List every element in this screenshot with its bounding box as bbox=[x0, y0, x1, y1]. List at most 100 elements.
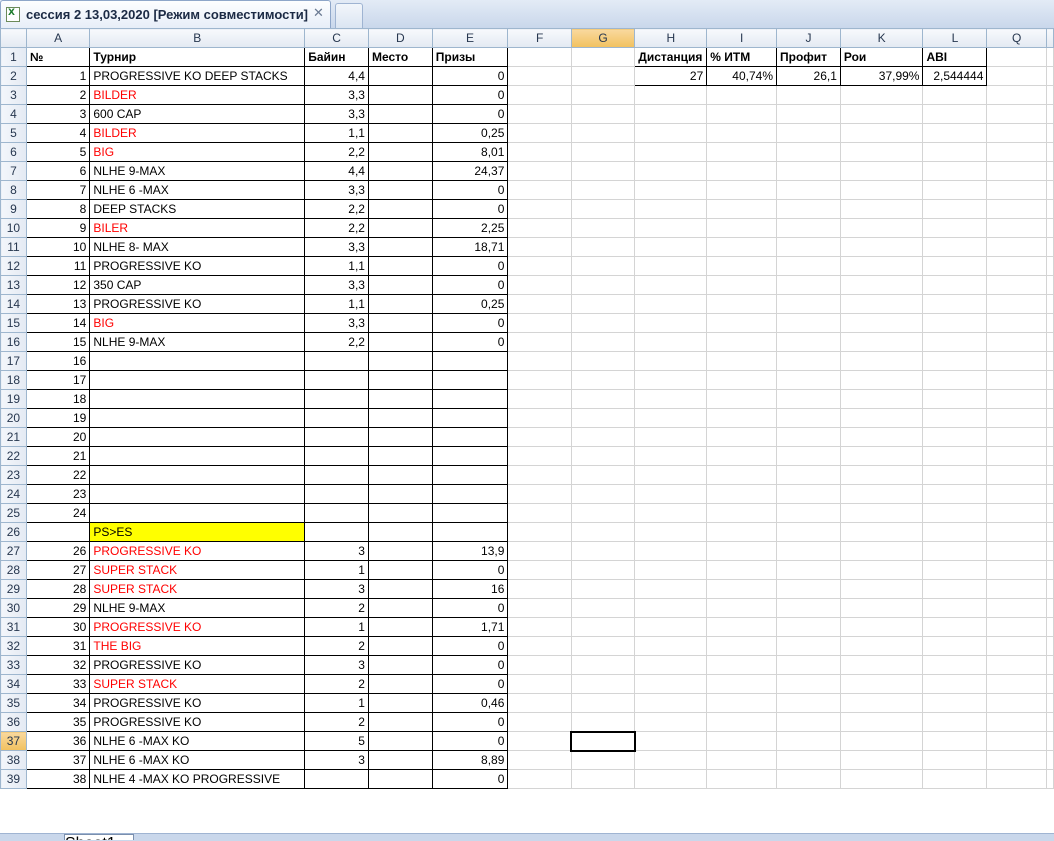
cell-number[interactable]: 18 bbox=[25, 389, 91, 409]
cell-r[interactable] bbox=[1046, 408, 1054, 428]
cell-q[interactable] bbox=[986, 294, 1047, 314]
cell-k[interactable] bbox=[839, 237, 924, 257]
cell-tournament[interactable]: NLHE 9-MAX bbox=[89, 161, 306, 181]
cell-r[interactable] bbox=[1046, 256, 1054, 276]
cell-l[interactable] bbox=[922, 484, 988, 504]
cell-j[interactable] bbox=[776, 199, 841, 219]
cell-r[interactable] bbox=[1046, 541, 1054, 561]
cell-h[interactable] bbox=[634, 389, 708, 409]
cell-tournament[interactable] bbox=[89, 351, 306, 371]
cell-g[interactable] bbox=[570, 389, 636, 409]
cell-q[interactable] bbox=[986, 408, 1047, 428]
header-cell-d[interactable]: Место bbox=[367, 47, 433, 67]
cell-place[interactable] bbox=[367, 465, 433, 485]
cell-h[interactable] bbox=[634, 408, 708, 428]
stats-header-i[interactable]: % ИТМ bbox=[706, 47, 777, 67]
cell-buyin[interactable] bbox=[304, 769, 369, 789]
cell-j[interactable] bbox=[776, 541, 841, 561]
column-header-a[interactable]: A bbox=[25, 28, 91, 48]
cell-number[interactable]: 30 bbox=[25, 617, 91, 637]
cell-h[interactable] bbox=[634, 237, 708, 257]
cell-buyin[interactable] bbox=[304, 503, 369, 523]
cell-r[interactable] bbox=[1046, 332, 1054, 352]
cell-number[interactable]: 28 bbox=[25, 579, 91, 599]
row-header-14[interactable]: 14 bbox=[0, 294, 27, 314]
close-icon[interactable]: ✕ bbox=[313, 6, 324, 21]
cell-h[interactable] bbox=[634, 655, 708, 675]
row-header-22[interactable]: 22 bbox=[0, 446, 27, 466]
row-header-30[interactable]: 30 bbox=[0, 598, 27, 618]
cell-place[interactable] bbox=[367, 503, 433, 523]
column-header-b[interactable]: B bbox=[89, 28, 306, 48]
cell-g1[interactable] bbox=[570, 47, 636, 67]
cell-r[interactable] bbox=[1046, 636, 1054, 656]
cell-q[interactable] bbox=[986, 579, 1047, 599]
cell-q[interactable] bbox=[986, 218, 1047, 238]
cell-h[interactable] bbox=[634, 693, 708, 713]
cell-l[interactable] bbox=[922, 313, 988, 333]
cell-h[interactable] bbox=[634, 522, 708, 542]
cell-place[interactable] bbox=[367, 389, 433, 409]
cell-number[interactable]: 4 bbox=[25, 123, 91, 143]
cell-place[interactable] bbox=[367, 123, 433, 143]
cell-q[interactable] bbox=[986, 446, 1047, 466]
cell-i[interactable] bbox=[706, 674, 777, 694]
cell-j[interactable] bbox=[776, 161, 841, 181]
cell-prize[interactable]: 0 bbox=[431, 199, 509, 219]
cell-buyin[interactable] bbox=[304, 484, 369, 504]
cell-tournament[interactable] bbox=[89, 427, 306, 447]
cell-k[interactable] bbox=[839, 370, 924, 390]
cell-l[interactable] bbox=[922, 617, 988, 637]
cell-buyin[interactable] bbox=[304, 370, 369, 390]
cell-k[interactable] bbox=[839, 332, 924, 352]
cell-number[interactable]: 22 bbox=[25, 465, 91, 485]
cell-j[interactable] bbox=[776, 332, 841, 352]
cell-i[interactable] bbox=[706, 598, 777, 618]
cell-buyin[interactable]: 1,1 bbox=[304, 256, 369, 276]
cell-place[interactable] bbox=[367, 199, 433, 219]
row-header-24[interactable]: 24 bbox=[0, 484, 27, 504]
cell-place[interactable] bbox=[367, 85, 433, 105]
cell-place[interactable] bbox=[367, 655, 433, 675]
cell-f[interactable] bbox=[507, 199, 572, 219]
cell-h[interactable] bbox=[634, 712, 708, 732]
cell-k[interactable] bbox=[839, 218, 924, 238]
row-header-34[interactable]: 34 bbox=[0, 674, 27, 694]
cell-k[interactable] bbox=[839, 522, 924, 542]
cell-number[interactable]: 33 bbox=[25, 674, 91, 694]
cell-g[interactable] bbox=[570, 636, 636, 656]
cell-h[interactable] bbox=[634, 503, 708, 523]
cell-tournament[interactable]: SUPER STACK bbox=[89, 674, 306, 694]
cell-g[interactable] bbox=[570, 655, 636, 675]
cell-tournament[interactable]: BILER bbox=[89, 218, 306, 238]
cell-j[interactable] bbox=[776, 294, 841, 314]
cell-tournament[interactable] bbox=[89, 503, 306, 523]
cell-r[interactable] bbox=[1046, 237, 1054, 257]
cell-l[interactable] bbox=[922, 199, 988, 219]
cell-k[interactable] bbox=[839, 104, 924, 124]
cell-q[interactable] bbox=[986, 617, 1047, 637]
cell-tournament[interactable] bbox=[89, 370, 306, 390]
cell-i[interactable] bbox=[706, 731, 777, 751]
cell-l[interactable] bbox=[922, 522, 988, 542]
cell-i[interactable] bbox=[706, 294, 777, 314]
cell-l[interactable] bbox=[922, 579, 988, 599]
cell-prize[interactable]: 2,25 bbox=[431, 218, 509, 238]
cell-k[interactable] bbox=[839, 617, 924, 637]
cell-prize[interactable]: 0 bbox=[431, 674, 509, 694]
cell-r[interactable] bbox=[1046, 199, 1054, 219]
cell-h[interactable] bbox=[634, 313, 708, 333]
cell-k[interactable] bbox=[839, 275, 924, 295]
cell-l[interactable] bbox=[922, 655, 988, 675]
cell-g[interactable] bbox=[570, 541, 636, 561]
cell-r[interactable] bbox=[1046, 522, 1054, 542]
cell-g[interactable] bbox=[570, 465, 636, 485]
cell-place[interactable] bbox=[367, 560, 433, 580]
cell-i[interactable] bbox=[706, 313, 777, 333]
cell-i[interactable] bbox=[706, 389, 777, 409]
cell-tournament[interactable]: PS>ES bbox=[89, 522, 306, 542]
cell-f[interactable] bbox=[507, 769, 572, 789]
cell-f[interactable] bbox=[507, 142, 572, 162]
cell-buyin[interactable]: 1 bbox=[304, 693, 369, 713]
cell-i[interactable] bbox=[706, 560, 777, 580]
